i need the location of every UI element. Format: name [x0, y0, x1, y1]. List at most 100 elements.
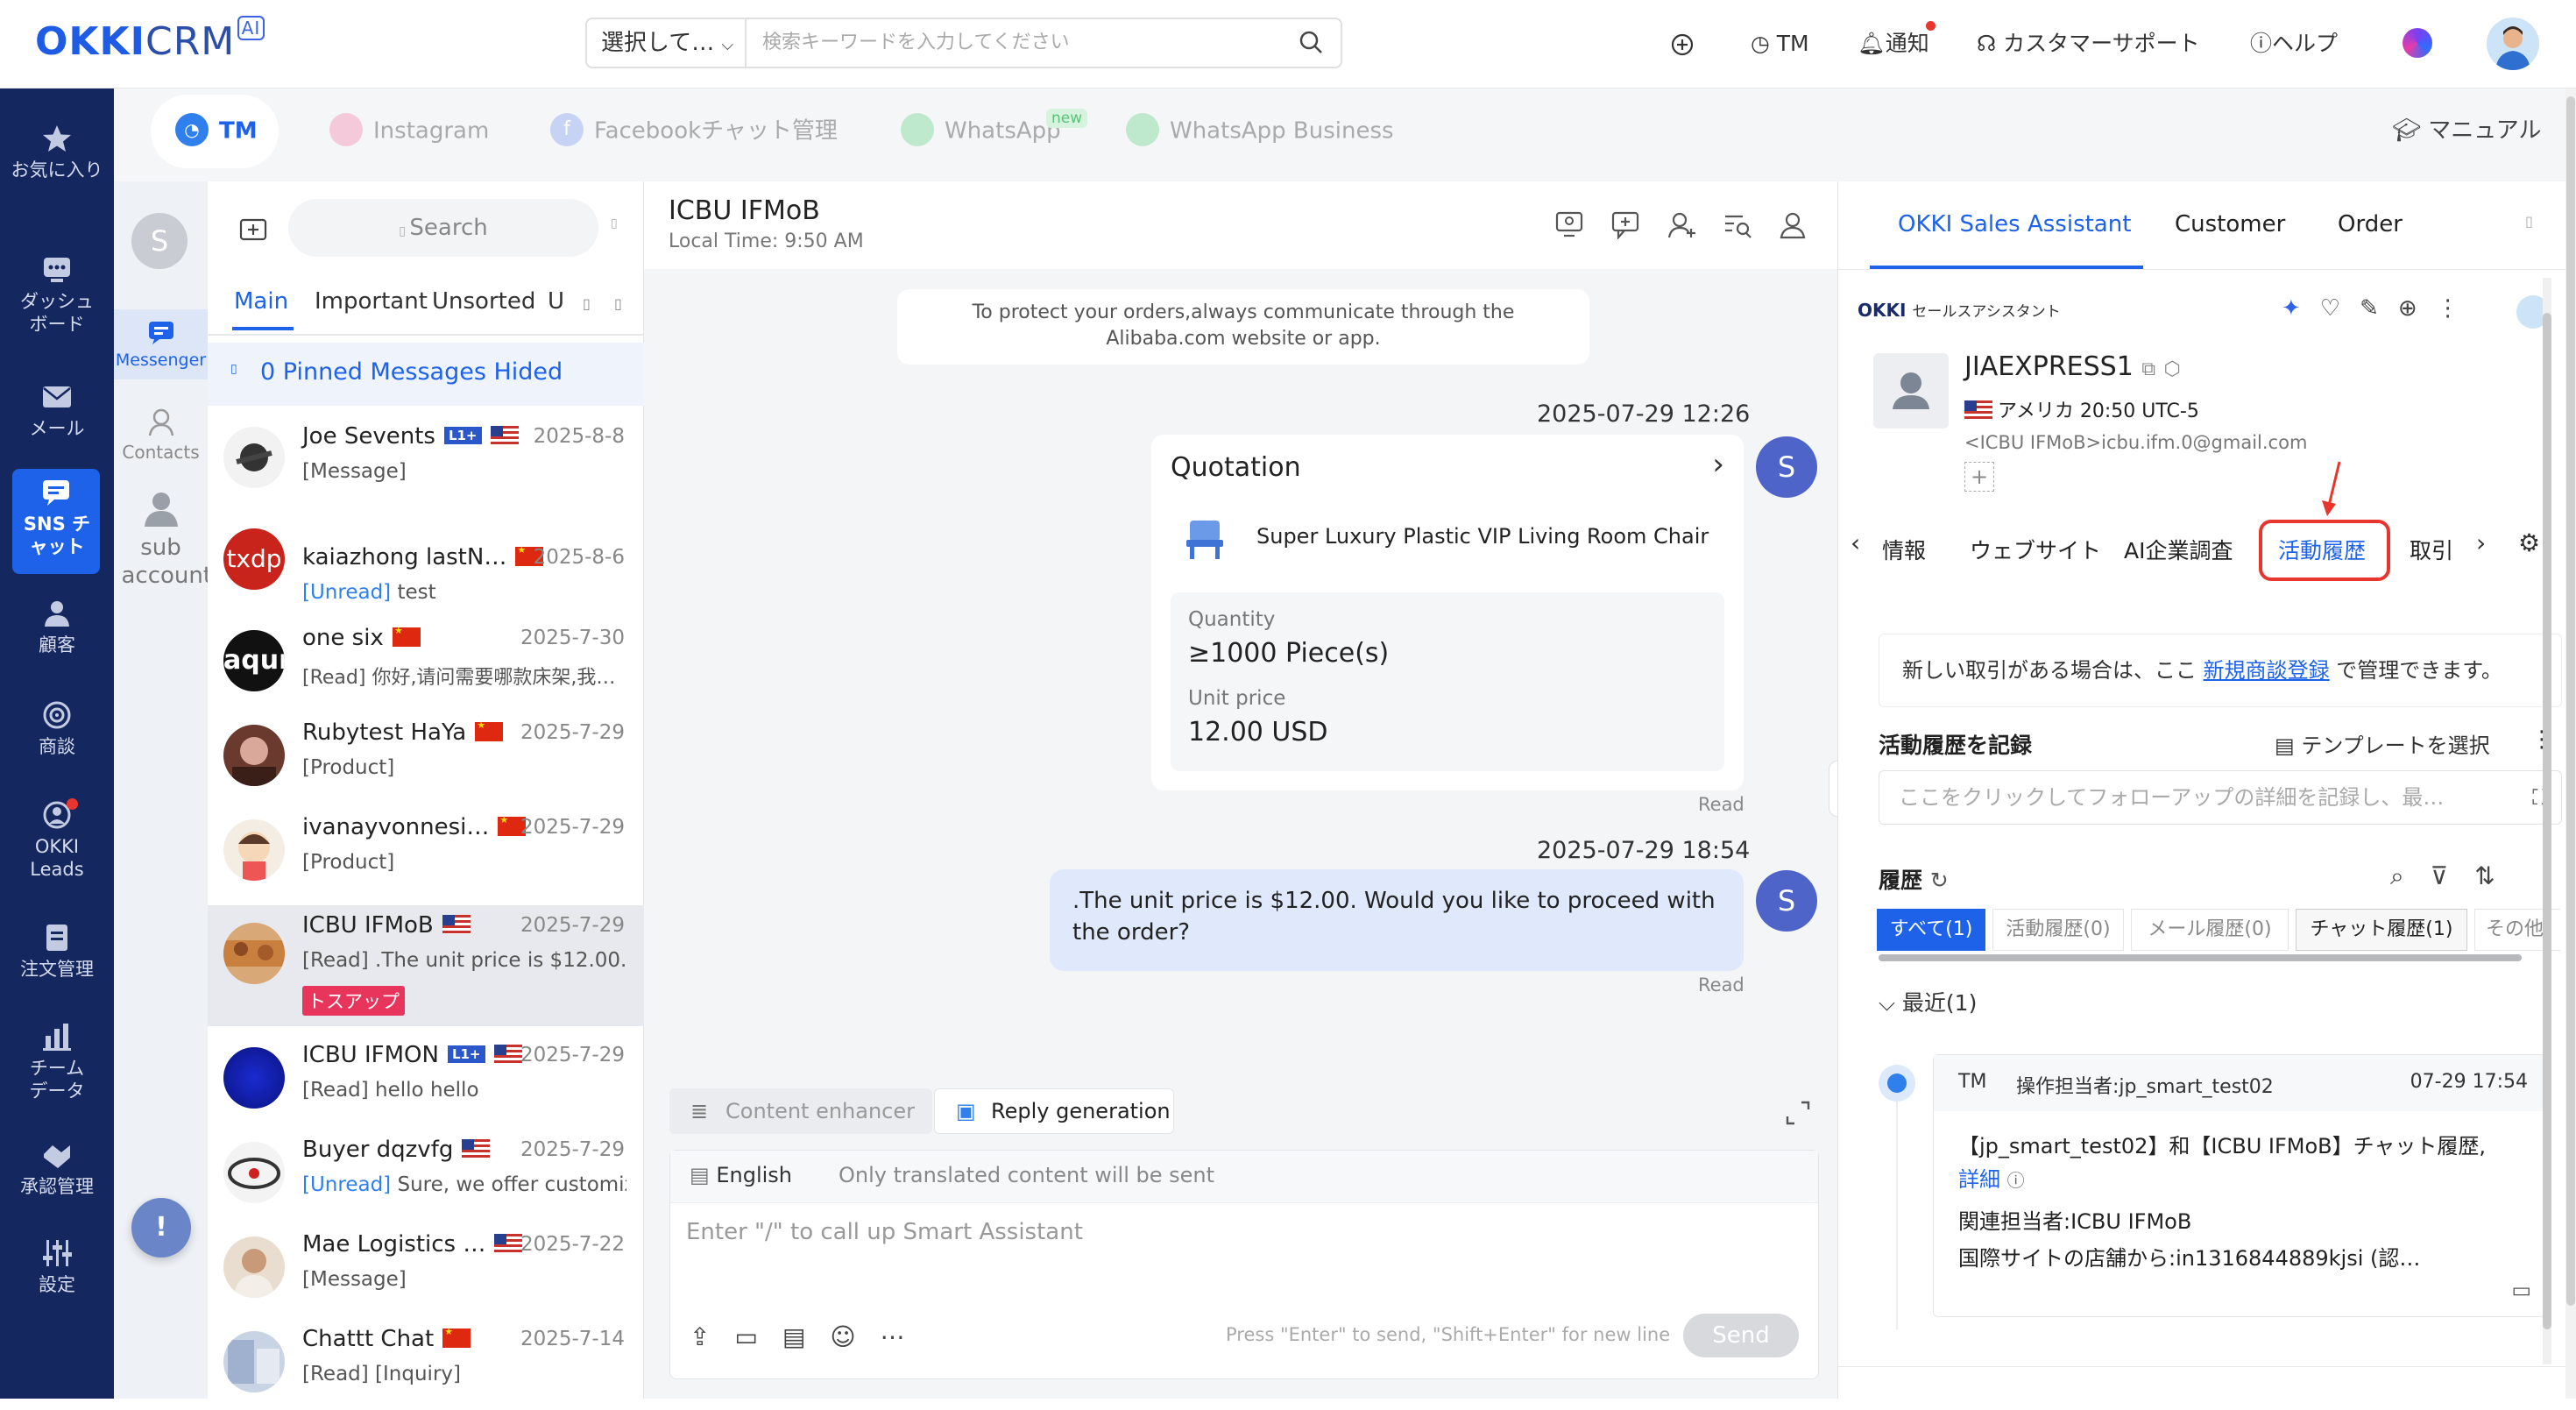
- subtab-ai-research[interactable]: AI企業調査: [2124, 534, 2233, 565]
- filter-chat[interactable]: チャット履歴(1): [2296, 909, 2467, 951]
- activity-record-input[interactable]: ここをクリックしてフォローアップの詳細を記録し、最… ⛶: [1879, 770, 2562, 825]
- pinned-messages-bar[interactable]: ▯ 0 Pinned Messages Hided: [208, 343, 644, 406]
- subtab-scroll-left-icon[interactable]: ‹: [1851, 528, 1860, 557]
- tab-whatsapp-business[interactable]: WhatsApp Business: [1126, 113, 1394, 146]
- upload-icon[interactable]: ⇪: [690, 1322, 710, 1351]
- template-select[interactable]: ▤ テンプレートを選択: [2275, 728, 2490, 759]
- search-history-icon[interactable]: [1723, 211, 1753, 239]
- nav-dashboard[interactable]: ダッシュボード: [0, 255, 114, 336]
- filter-icon[interactable]: ▯: [611, 216, 618, 230]
- filter-activity[interactable]: 活動履歴(0): [1992, 909, 2124, 951]
- tab-scroll-right-icon[interactable]: ▯: [614, 295, 622, 312]
- recent-section[interactable]: ⌵ 最近(1): [1879, 986, 1977, 1017]
- ai-sparkle-icon[interactable]: ✦: [2282, 295, 2301, 322]
- reply-generation-button[interactable]: ▣ Reply generation: [934, 1088, 1174, 1134]
- nav-customers[interactable]: 顧客: [0, 599, 114, 656]
- add-message-icon[interactable]: [1611, 211, 1641, 239]
- tab-unsorted[interactable]: Unsorted: [432, 288, 535, 315]
- file-icon[interactable]: ▭: [734, 1322, 757, 1351]
- tab-more[interactable]: U: [548, 288, 564, 315]
- heart-icon[interactable]: ♡: [2320, 295, 2340, 322]
- nav-deals[interactable]: 商談: [0, 700, 114, 758]
- emoji-icon[interactable]: ☺: [830, 1322, 855, 1351]
- screen-share-icon[interactable]: [1555, 211, 1585, 239]
- refresh-icon[interactable]: ↻: [1930, 868, 1949, 893]
- tab-instagram[interactable]: Instagram: [329, 113, 489, 146]
- customer-support-button[interactable]: ☊ カスタマーサポート: [1977, 26, 2200, 61]
- language-select[interactable]: ▤ English: [690, 1163, 792, 1187]
- send-button[interactable]: Send: [1683, 1314, 1799, 1357]
- nav-approval[interactable]: 承認管理: [0, 1140, 114, 1198]
- compose-icon[interactable]: [239, 218, 267, 248]
- conversation-item[interactable]: Joe Sevents L1+ 2025-8-8 [Message]: [208, 411, 644, 506]
- tab-important[interactable]: Important: [315, 288, 428, 315]
- tab-facebook[interactable]: f Facebookチャット管理: [550, 113, 838, 146]
- customer-profile-icon[interactable]: [1780, 211, 1809, 239]
- page-scrollbar[interactable]: [2566, 96, 2575, 1306]
- conversation-item[interactable]: Rubytest HaYa 2025-7-29 [Product]: [208, 709, 644, 804]
- search-scope-select[interactable]: 選択して… ⌵: [587, 19, 747, 67]
- subtab-info[interactable]: 情報: [1882, 534, 1926, 565]
- more-icon[interactable]: ⋯: [881, 1322, 905, 1351]
- more-vertical-icon[interactable]: ⋮: [2437, 295, 2459, 322]
- conversation-item[interactable]: Chattt Chat 2025-7-14 [Read] [Inquiry]: [208, 1315, 644, 1410]
- subtab-deals[interactable]: 取引: [2410, 534, 2453, 565]
- subnav-sub-account[interactable]: sub account: [114, 490, 212, 590]
- add-icon[interactable]: [1670, 26, 1695, 61]
- filter-all[interactable]: すべて(1): [1877, 909, 1985, 951]
- filter-mail[interactable]: メール履歴(0): [2131, 909, 2289, 951]
- tab-okki-sales-assistant[interactable]: OKKI Sales Assistant: [1898, 211, 2131, 237]
- nav-favorites[interactable]: お気に入り: [0, 124, 114, 181]
- template-icon[interactable]: ▤: [782, 1322, 805, 1351]
- feedback-float-button[interactable]: !: [131, 1198, 191, 1258]
- external-link-icon[interactable]: ⧉: [2141, 358, 2155, 380]
- tab-order[interactable]: Order: [2338, 211, 2403, 237]
- add-tag-button[interactable]: +: [1964, 462, 1994, 492]
- edit-icon[interactable]: ✎: [2360, 295, 2379, 322]
- tm-link[interactable]: ◷ TM: [1751, 26, 1809, 61]
- message-input[interactable]: Enter "/" to call up Smart Assistant: [686, 1219, 1799, 1245]
- ai-assistant-icon[interactable]: [2403, 28, 2432, 58]
- tab-tm-label[interactable]: ◔ TM: [175, 113, 258, 146]
- tab-scroll-left-icon[interactable]: ▯: [583, 295, 591, 312]
- content-enhancer-button[interactable]: ≣ Content enhancer: [669, 1088, 932, 1134]
- user-avatar[interactable]: [2487, 18, 2539, 70]
- conversation-item[interactable]: ivanayvonnesi… 2025-7-29 [Product]: [208, 804, 644, 898]
- nav-order-management[interactable]: 注文管理: [0, 923, 114, 981]
- subnav-contacts[interactable]: Contacts: [114, 407, 208, 463]
- nav-team-data[interactable]: チームデータ: [0, 1022, 114, 1102]
- conversation-item[interactable]: Mae Logistics … 2025-7-22 [Message]: [208, 1221, 644, 1315]
- conversation-item[interactable]: Buyer dqzvfg 2025-7-29 [Unread] Sure, we…: [208, 1126, 644, 1221]
- new-deal-link[interactable]: 新規商談登録: [2204, 658, 2330, 683]
- nav-okki-leads[interactable]: OKKI Leads: [0, 800, 114, 881]
- chevron-right-icon[interactable]: ›: [1712, 447, 1724, 482]
- panel-scrollbar[interactable]: [2543, 313, 2551, 1329]
- subtab-scroll-right-icon[interactable]: ›: [2476, 528, 2486, 557]
- subtab-website[interactable]: ウェブサイト: [1970, 534, 2101, 565]
- conversation-item[interactable]: txdp kaiazhong lastN… 2025-8-6 [Unread] …: [208, 506, 644, 604]
- conversation-item[interactable]: ICBU IFMON L1+ 2025-7-29 [Read] hello hel…: [208, 1031, 644, 1126]
- quotation-card[interactable]: Quotation › Super Luxury Plastic VIP Liv…: [1151, 435, 1744, 790]
- tab-whatsapp[interactable]: WhatsApp: [901, 113, 1061, 146]
- tab-main[interactable]: Main: [234, 288, 288, 315]
- gear-icon[interactable]: ⚙: [2518, 528, 2540, 557]
- conversation-item[interactable]: aqur one six 2025-7-30 [Read] 你好,请问需要哪款床…: [208, 614, 644, 709]
- activity-card[interactable]: TM 操作担当者:jp_smart_test02 07-29 17:54 【jp…: [1933, 1054, 2546, 1317]
- okki-crm-logo[interactable]: OKKICRM AI: [35, 16, 265, 64]
- subnav-messenger[interactable]: Messenger: [114, 309, 208, 379]
- search-icon[interactable]: [1299, 30, 1323, 54]
- help-button[interactable]: ⓘヘルプ: [2250, 26, 2338, 61]
- panel-toggle-icon[interactable]: ▯: [2525, 213, 2533, 230]
- search-input[interactable]: 検索キーワードを入力してください: [762, 19, 1270, 67]
- conversation-search-input[interactable]: ▯ Search: [288, 199, 598, 257]
- outgoing-message[interactable]: .The unit price is $12.00. Would you lik…: [1050, 869, 1744, 971]
- conversation-item-selected[interactable]: ICBU IFMoB 2025-7-29 [Read] .The unit pr…: [208, 905, 644, 1026]
- search-icon[interactable]: ⌕: [2390, 861, 2404, 891]
- nav-sns-chat[interactable]: SNS チャット: [0, 478, 114, 558]
- nav-settings[interactable]: 設定: [0, 1238, 114, 1296]
- notification-button[interactable]: 🔔︎通知: [1858, 26, 1929, 61]
- add-circle-icon[interactable]: ⊕: [2398, 295, 2417, 322]
- comment-icon[interactable]: ▭: [2511, 1278, 2531, 1302]
- subtab-activity-history[interactable]: 活動履歴: [2278, 534, 2366, 565]
- filter-icon[interactable]: ⊽: [2431, 861, 2449, 891]
